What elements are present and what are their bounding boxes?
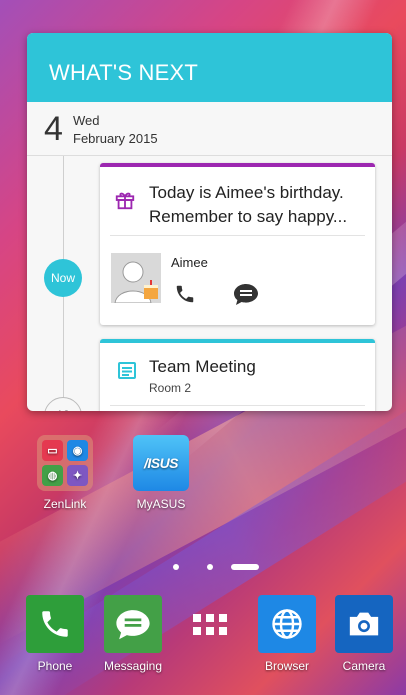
divider bbox=[110, 235, 365, 236]
dock-phone[interactable]: Phone bbox=[15, 595, 95, 673]
contact-avatar bbox=[111, 253, 161, 303]
whats-next-widget[interactable]: WHAT'S NEXT 4 Wed February 2015 Now 12 T… bbox=[27, 33, 392, 411]
app-label: Browser bbox=[264, 659, 309, 673]
globe-icon bbox=[258, 595, 316, 653]
dock-all-apps[interactable] bbox=[170, 595, 250, 659]
party-link-icon: ✦ bbox=[67, 465, 88, 486]
person-silhouette-icon bbox=[111, 253, 161, 303]
remote-link-icon: ◉ bbox=[67, 440, 88, 461]
phone-icon[interactable] bbox=[174, 283, 196, 305]
message-icon[interactable] bbox=[233, 282, 259, 306]
dock-browser[interactable]: Browser bbox=[247, 595, 327, 673]
page-indicator bbox=[0, 562, 406, 572]
date-month-year: February 2015 bbox=[73, 131, 158, 146]
birthday-card[interactable]: Today is Aimee's birthday. Remember to s… bbox=[100, 163, 375, 325]
app-label: Phone bbox=[37, 659, 73, 673]
calendar-note-icon bbox=[118, 362, 136, 379]
app-label: MyASUS bbox=[136, 497, 186, 511]
pc-link-icon: ◍ bbox=[42, 465, 63, 486]
time-badge: 12 bbox=[44, 397, 82, 411]
app-label: ZenLink bbox=[43, 497, 87, 511]
page-dot[interactable] bbox=[173, 564, 179, 570]
meeting-card[interactable]: Team Meeting Room 2 bbox=[100, 339, 375, 411]
myasus-icon: /ISUS bbox=[133, 435, 189, 491]
page-dot-active[interactable] bbox=[231, 564, 259, 570]
myasus-app[interactable]: /ISUS MyASUS bbox=[121, 435, 201, 511]
zenlink-folder[interactable]: ▭ ◉ ◍ ✦ ZenLink bbox=[25, 435, 105, 511]
zenlink-folder-icon: ▭ ◉ ◍ ✦ bbox=[37, 435, 93, 491]
app-label: Camera bbox=[342, 659, 386, 673]
share-link-icon: ▭ bbox=[42, 440, 63, 461]
phone-icon bbox=[26, 595, 84, 653]
widget-title: WHAT'S NEXT bbox=[27, 33, 392, 102]
divider bbox=[110, 405, 365, 406]
camera-icon bbox=[335, 595, 393, 653]
contact-name: Aimee bbox=[171, 255, 208, 270]
gift-icon bbox=[115, 192, 135, 210]
date-weekday: Wed bbox=[73, 113, 100, 128]
date-day: 4 bbox=[44, 110, 63, 148]
page-dot[interactable] bbox=[207, 564, 213, 570]
now-badge: Now bbox=[44, 259, 82, 297]
dock-messaging[interactable]: Messaging bbox=[93, 595, 173, 673]
dock-camera[interactable]: Camera bbox=[324, 595, 404, 673]
app-label: Messaging bbox=[103, 659, 163, 673]
messaging-icon bbox=[104, 595, 162, 653]
all-apps-icon bbox=[181, 595, 239, 653]
meeting-location: Room 2 bbox=[149, 381, 192, 395]
meeting-title: Team Meeting bbox=[149, 357, 256, 376]
birthday-message: Today is Aimee's birthday. Remember to s… bbox=[149, 183, 348, 226]
date-row: 4 Wed February 2015 bbox=[27, 102, 392, 156]
